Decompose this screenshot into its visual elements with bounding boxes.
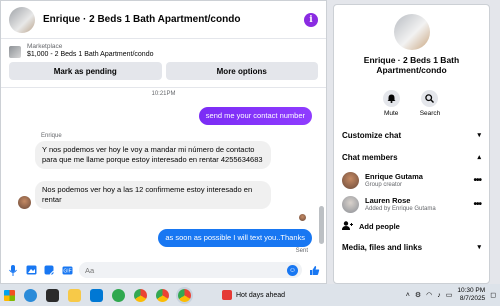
terminal-icon[interactable] [46, 288, 59, 302]
member-avatar [342, 195, 359, 213]
add-people-button[interactable]: Add people [334, 216, 489, 236]
chevron-up-icon[interactable]: ˄ [406, 292, 410, 299]
chrome-icon[interactable] [178, 288, 191, 302]
notification-icon[interactable]: ◻ [490, 291, 496, 299]
clock[interactable]: 10:30 PM 8/7/2025 [457, 287, 485, 303]
media-files-section[interactable]: Media, files and links ▾ [334, 236, 489, 258]
message-incoming[interactable]: Nos podemos ver hoy a las 12 confirmeme … [35, 181, 271, 209]
store-icon[interactable] [90, 288, 103, 302]
mark-pending-button[interactable]: Mark as pending [9, 62, 162, 80]
weather-widget[interactable]: Hot days ahead [222, 290, 285, 300]
mute-button[interactable]: Mute [382, 90, 400, 117]
search-label: Search [419, 110, 441, 117]
marketplace-listing[interactable]: Marketplace $1,000 - 2 Beds 1 Bath Apart… [1, 39, 326, 58]
member-role: Added by Enrique Gutama [365, 206, 436, 212]
chevron-down-icon: ▾ [477, 244, 481, 251]
file-explorer-icon[interactable] [68, 288, 81, 302]
volume-icon[interactable]: ♪ [437, 292, 441, 299]
member-avatar [342, 171, 359, 189]
listing-thumbnail [9, 46, 21, 58]
listing-avatar[interactable] [9, 6, 35, 33]
marketplace-label: Marketplace [27, 43, 63, 50]
member-role: Group creator [365, 182, 403, 188]
chat-header: Enrique · 2 Beds 1 Bath Apartment/condo … [1, 1, 326, 39]
more-icon[interactable]: ••• [473, 199, 481, 210]
info-actions: Mute Search [334, 90, 489, 117]
app-icon[interactable] [112, 288, 125, 302]
info-title: Enrique · 2 Beds 1 Bath Apartment/condo [363, 55, 460, 75]
listing-detail: $1,000 - 2 Beds 1 Bath Apartment/condo [27, 51, 154, 58]
seen-avatar [299, 214, 306, 221]
gif-icon[interactable]: GIF [61, 264, 73, 276]
chevron-up-icon: ▴ [477, 154, 481, 161]
customize-chat-section[interactable]: Customize chat ▾ [334, 124, 489, 146]
search-icon [421, 90, 439, 107]
chat-title[interactable]: Enrique · 2 Beds 1 Bath Apartment/condo [43, 14, 304, 25]
settings-icon[interactable]: ⚙ [415, 291, 421, 299]
more-options-button[interactable]: More options [165, 62, 318, 80]
composer: GIF ☺ [1, 257, 326, 283]
message-outgoing[interactable]: as soon as possible I will text you..Tha… [158, 229, 312, 247]
message-list: 10:21PM send me your contact number Enri… [1, 87, 326, 257]
info-icon[interactable]: i [304, 12, 318, 27]
start-icon[interactable] [4, 289, 15, 301]
bell-icon [382, 90, 400, 107]
chat-info-panel: Enrique · 2 Beds 1 Bath Apartment/condo … [333, 4, 490, 284]
thermometer-icon [222, 290, 232, 300]
media-files-label: Media, files and links [342, 242, 423, 252]
clock-date: 8/7/2025 [459, 295, 486, 302]
add-person-icon [342, 220, 353, 232]
edge-icon[interactable] [24, 288, 37, 302]
sticker-icon[interactable] [43, 264, 55, 276]
microphone-icon[interactable] [7, 264, 19, 276]
chat-members-label: Chat members [342, 152, 398, 162]
sent-status: Sent [295, 248, 308, 254]
taskbar: Hot days ahead ˄ ⚙ ◠ ♪ ▭ 10:30 PM 8/7/20… [0, 284, 500, 306]
battery-icon[interactable]: ▭ [446, 291, 453, 299]
mute-label: Mute [383, 110, 399, 117]
chat-members-section[interactable]: Chat members ▴ [334, 146, 489, 168]
clock-time: 10:30 PM [457, 287, 486, 294]
search-button[interactable]: Search [419, 90, 441, 117]
sender-avatar[interactable] [18, 196, 31, 209]
member-item[interactable]: Enrique Gutama Group creator ••• [334, 168, 489, 192]
image-icon[interactable] [25, 264, 37, 276]
sender-name: Enrique [41, 133, 62, 139]
message-outgoing[interactable]: send me your contact number [198, 107, 312, 125]
chat-panel: Enrique · 2 Beds 1 Bath Apartment/condo … [0, 0, 327, 284]
svg-text:GIF: GIF [63, 268, 71, 274]
message-incoming[interactable]: Y nos podemos ver hoy le voy a mandar mi… [35, 141, 271, 169]
emoji-icon[interactable]: ☺ [287, 264, 298, 276]
message-timestamp: 10:21PM [151, 91, 176, 97]
chevron-down-icon: ▾ [477, 132, 481, 139]
listing-actions: Mark as pending More options [1, 58, 326, 84]
chrome-icon[interactable] [156, 288, 169, 302]
system-tray: ˄ ⚙ ◠ ♪ ▭ 10:30 PM 8/7/2025 ◻ [406, 287, 496, 303]
customize-chat-label: Customize chat [342, 130, 402, 140]
weather-text: Hot days ahead [236, 291, 286, 299]
member-item[interactable]: Lauren Rose Added by Enrique Gutama ••• [334, 192, 489, 216]
member-name: Enrique Gutama [365, 172, 423, 181]
scrollbar[interactable] [319, 206, 324, 244]
like-icon[interactable] [308, 264, 320, 276]
member-name: Lauren Rose [365, 196, 411, 205]
message-input-wrapper: ☺ [79, 262, 302, 278]
more-icon[interactable]: ••• [473, 175, 481, 186]
add-people-label: Add people [359, 221, 400, 231]
listing-photo[interactable] [393, 14, 430, 50]
message-input[interactable] [85, 265, 287, 275]
chrome-icon[interactable] [134, 288, 147, 302]
wifi-icon[interactable]: ◠ [426, 291, 432, 299]
